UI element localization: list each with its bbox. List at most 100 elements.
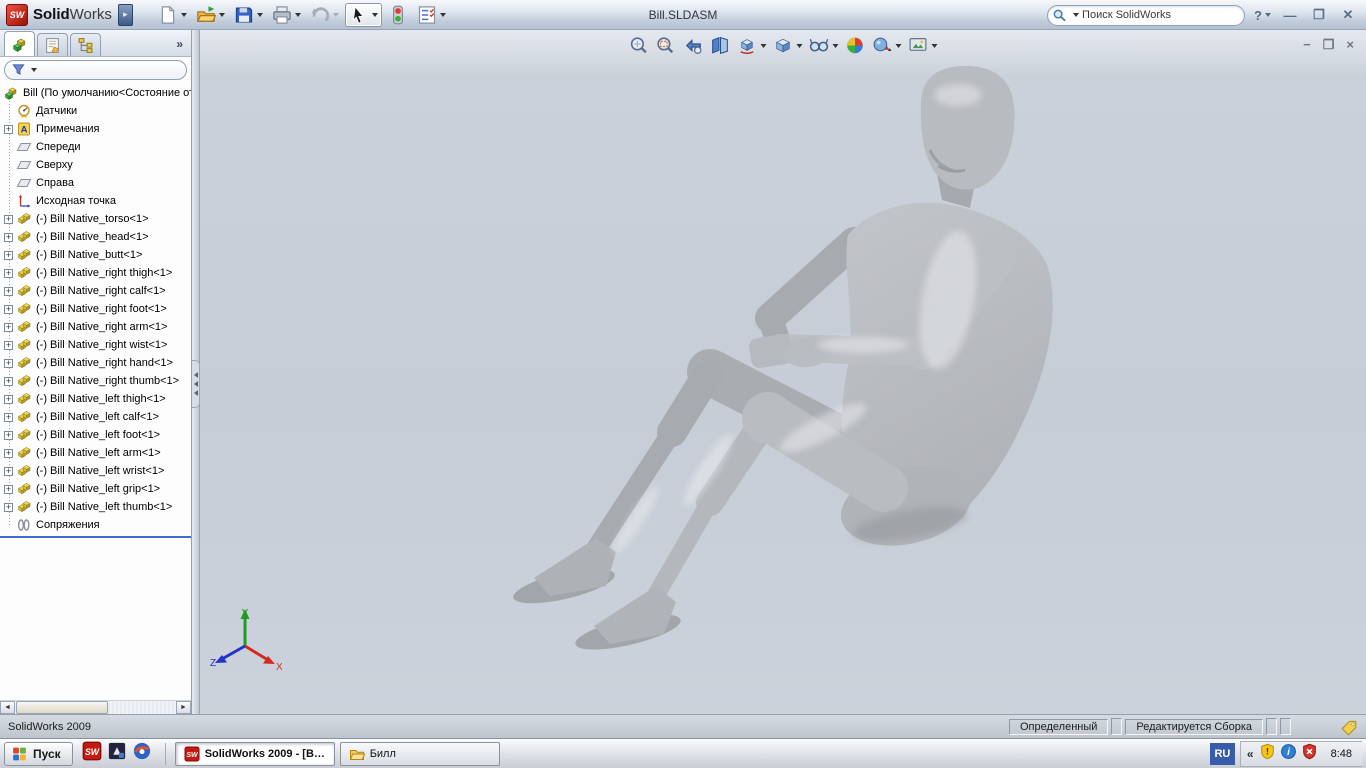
expand-icon[interactable]: + (4, 269, 13, 278)
expand-icon[interactable]: + (4, 377, 13, 386)
document-restore-button[interactable]: ❐ (1323, 37, 1335, 53)
tree-item[interactable]: +AПримечания (0, 120, 191, 138)
toolbar-print-button[interactable] (269, 3, 304, 27)
hide-show-items-dropdown-icon[interactable] (833, 44, 839, 48)
tree-item[interactable]: +(-) Bill Native_right thigh<1> (0, 264, 191, 282)
expand-icon[interactable]: + (4, 287, 13, 296)
tab-feature-manager[interactable] (4, 31, 35, 56)
tray-collapse-button[interactable]: « (1247, 747, 1254, 761)
start-button[interactable]: Пуск (4, 742, 73, 766)
restore-button[interactable]: ❐ (1309, 7, 1329, 23)
undo-dropdown-icon[interactable] (333, 13, 339, 17)
task-button-solidworks[interactable]: SWSolidWorks 2009 - [Bil... (175, 742, 335, 766)
new-document-dropdown-icon[interactable] (181, 13, 187, 17)
view-view-orientation-button[interactable] (737, 35, 767, 56)
view-edit-appearance-button[interactable] (845, 35, 866, 56)
tray-security-alert[interactable] (1301, 743, 1318, 765)
search-dropdown-icon[interactable] (1073, 13, 1079, 17)
view-view-settings-button[interactable] (908, 35, 938, 56)
menu-expand-button[interactable]: ▸ (118, 4, 133, 26)
expand-icon[interactable]: + (4, 125, 13, 134)
tree-item[interactable]: +(-) Bill Native_left thigh<1> (0, 390, 191, 408)
view-previous-view-button[interactable] (683, 35, 704, 56)
toolbar-select-button[interactable] (345, 3, 382, 27)
tree-item[interactable]: +(-) Bill Native_left thumb<1> (0, 498, 191, 516)
tab-property-manager[interactable] (37, 33, 68, 56)
tray-security-warning[interactable]: ! (1259, 743, 1276, 765)
options-dropdown-icon[interactable] (440, 13, 446, 17)
panel-splitter[interactable] (192, 30, 200, 714)
tabs-overflow-button[interactable]: » (176, 37, 183, 51)
expand-icon[interactable]: + (4, 467, 13, 476)
expand-icon[interactable]: + (4, 341, 13, 350)
tree-item[interactable]: Спереди (0, 138, 191, 156)
horizontal-scrollbar[interactable]: ◄ ► (0, 700, 191, 714)
expand-icon[interactable]: + (4, 395, 13, 404)
select-dropdown-icon[interactable] (372, 13, 378, 17)
expand-icon[interactable]: + (4, 305, 13, 314)
task-button-folder[interactable]: Билл (340, 742, 500, 766)
toolbar-new-document-button[interactable] (155, 3, 190, 27)
expand-icon[interactable]: + (4, 413, 13, 422)
expand-icon[interactable]: + (4, 233, 13, 242)
tree-item[interactable]: +(-) Bill Native_left arm<1> (0, 444, 191, 462)
tree-item[interactable]: Датчики (0, 102, 191, 120)
view-zoom-to-fit-button[interactable] (629, 35, 650, 56)
toolbar-open-button[interactable] (193, 3, 228, 27)
minimize-button[interactable]: — (1280, 8, 1300, 23)
filter-box[interactable] (4, 60, 187, 80)
view-settings-dropdown-icon[interactable] (932, 44, 938, 48)
expand-icon[interactable]: + (4, 359, 13, 368)
tree-item[interactable]: +(-) Bill Native_torso<1> (0, 210, 191, 228)
view-hide-show-items-button[interactable] (809, 35, 839, 56)
graphics-viewport[interactable]: − ❐ × Y X Z (200, 30, 1366, 714)
close-button[interactable]: ✕ (1338, 7, 1358, 23)
tree-item[interactable]: Сверху (0, 156, 191, 174)
tray-information[interactable]: i (1280, 743, 1297, 765)
print-dropdown-icon[interactable] (295, 13, 301, 17)
document-close-button[interactable]: × (1346, 37, 1354, 53)
display-style-dropdown-icon[interactable] (797, 44, 803, 48)
view-zoom-to-area-button[interactable] (656, 35, 677, 56)
language-indicator[interactable]: RU (1210, 743, 1235, 765)
panel-collapse-handle[interactable] (192, 360, 200, 408)
tree-item[interactable]: Справа (0, 174, 191, 192)
tree-item[interactable]: +(-) Bill Native_head<1> (0, 228, 191, 246)
expand-icon[interactable]: + (4, 215, 13, 224)
view-section-view-button[interactable] (710, 35, 731, 56)
tree-item[interactable]: +(-) Bill Native_left calf<1> (0, 408, 191, 426)
expand-icon[interactable]: + (4, 251, 13, 260)
expand-icon[interactable]: + (4, 503, 13, 512)
view-orientation-dropdown-icon[interactable] (761, 44, 767, 48)
scroll-left-button[interactable]: ◄ (0, 701, 15, 714)
quicklaunch-solidworks[interactable]: SW (82, 741, 102, 766)
apply-scene-dropdown-icon[interactable] (896, 44, 902, 48)
tree-item[interactable]: +(-) Bill Native_right calf<1> (0, 282, 191, 300)
tree-item[interactable]: +(-) Bill Native_right arm<1> (0, 318, 191, 336)
expand-icon[interactable]: + (4, 323, 13, 332)
scroll-thumb[interactable] (16, 701, 108, 714)
document-minimize-button[interactable]: − (1303, 37, 1311, 53)
tree-item[interactable]: +(-) Bill Native_right thumb<1> (0, 372, 191, 390)
expand-icon[interactable]: + (4, 485, 13, 494)
tree-item-root[interactable]: Bill (По умолчанию<Состояние от (0, 84, 191, 102)
help-button[interactable]: ? (1254, 8, 1271, 23)
tree-item[interactable]: +(-) Bill Native_butt<1> (0, 246, 191, 264)
search-box[interactable]: Поиск SolidWorks (1047, 5, 1245, 26)
open-dropdown-icon[interactable] (219, 13, 225, 17)
toolbar-rebuild-button[interactable] (385, 3, 411, 27)
tree-item[interactable]: +(-) Bill Native_right foot<1> (0, 300, 191, 318)
tree-item[interactable]: +(-) Bill Native_left foot<1> (0, 426, 191, 444)
quicklaunch-edrawings[interactable] (132, 741, 152, 766)
toolbar-undo-button[interactable] (307, 3, 342, 27)
toolbar-options-button[interactable] (414, 3, 449, 27)
tab-configuration-manager[interactable] (70, 33, 101, 56)
expand-icon[interactable]: + (4, 431, 13, 440)
tree-item[interactable]: +(-) Bill Native_left grip<1> (0, 480, 191, 498)
view-display-style-button[interactable] (773, 35, 803, 56)
view-apply-scene-button[interactable] (872, 35, 902, 56)
save-dropdown-icon[interactable] (257, 13, 263, 17)
tree-item[interactable]: +(-) Bill Native_right hand<1> (0, 354, 191, 372)
expand-icon[interactable]: + (4, 449, 13, 458)
toolbar-save-button[interactable] (231, 3, 266, 27)
